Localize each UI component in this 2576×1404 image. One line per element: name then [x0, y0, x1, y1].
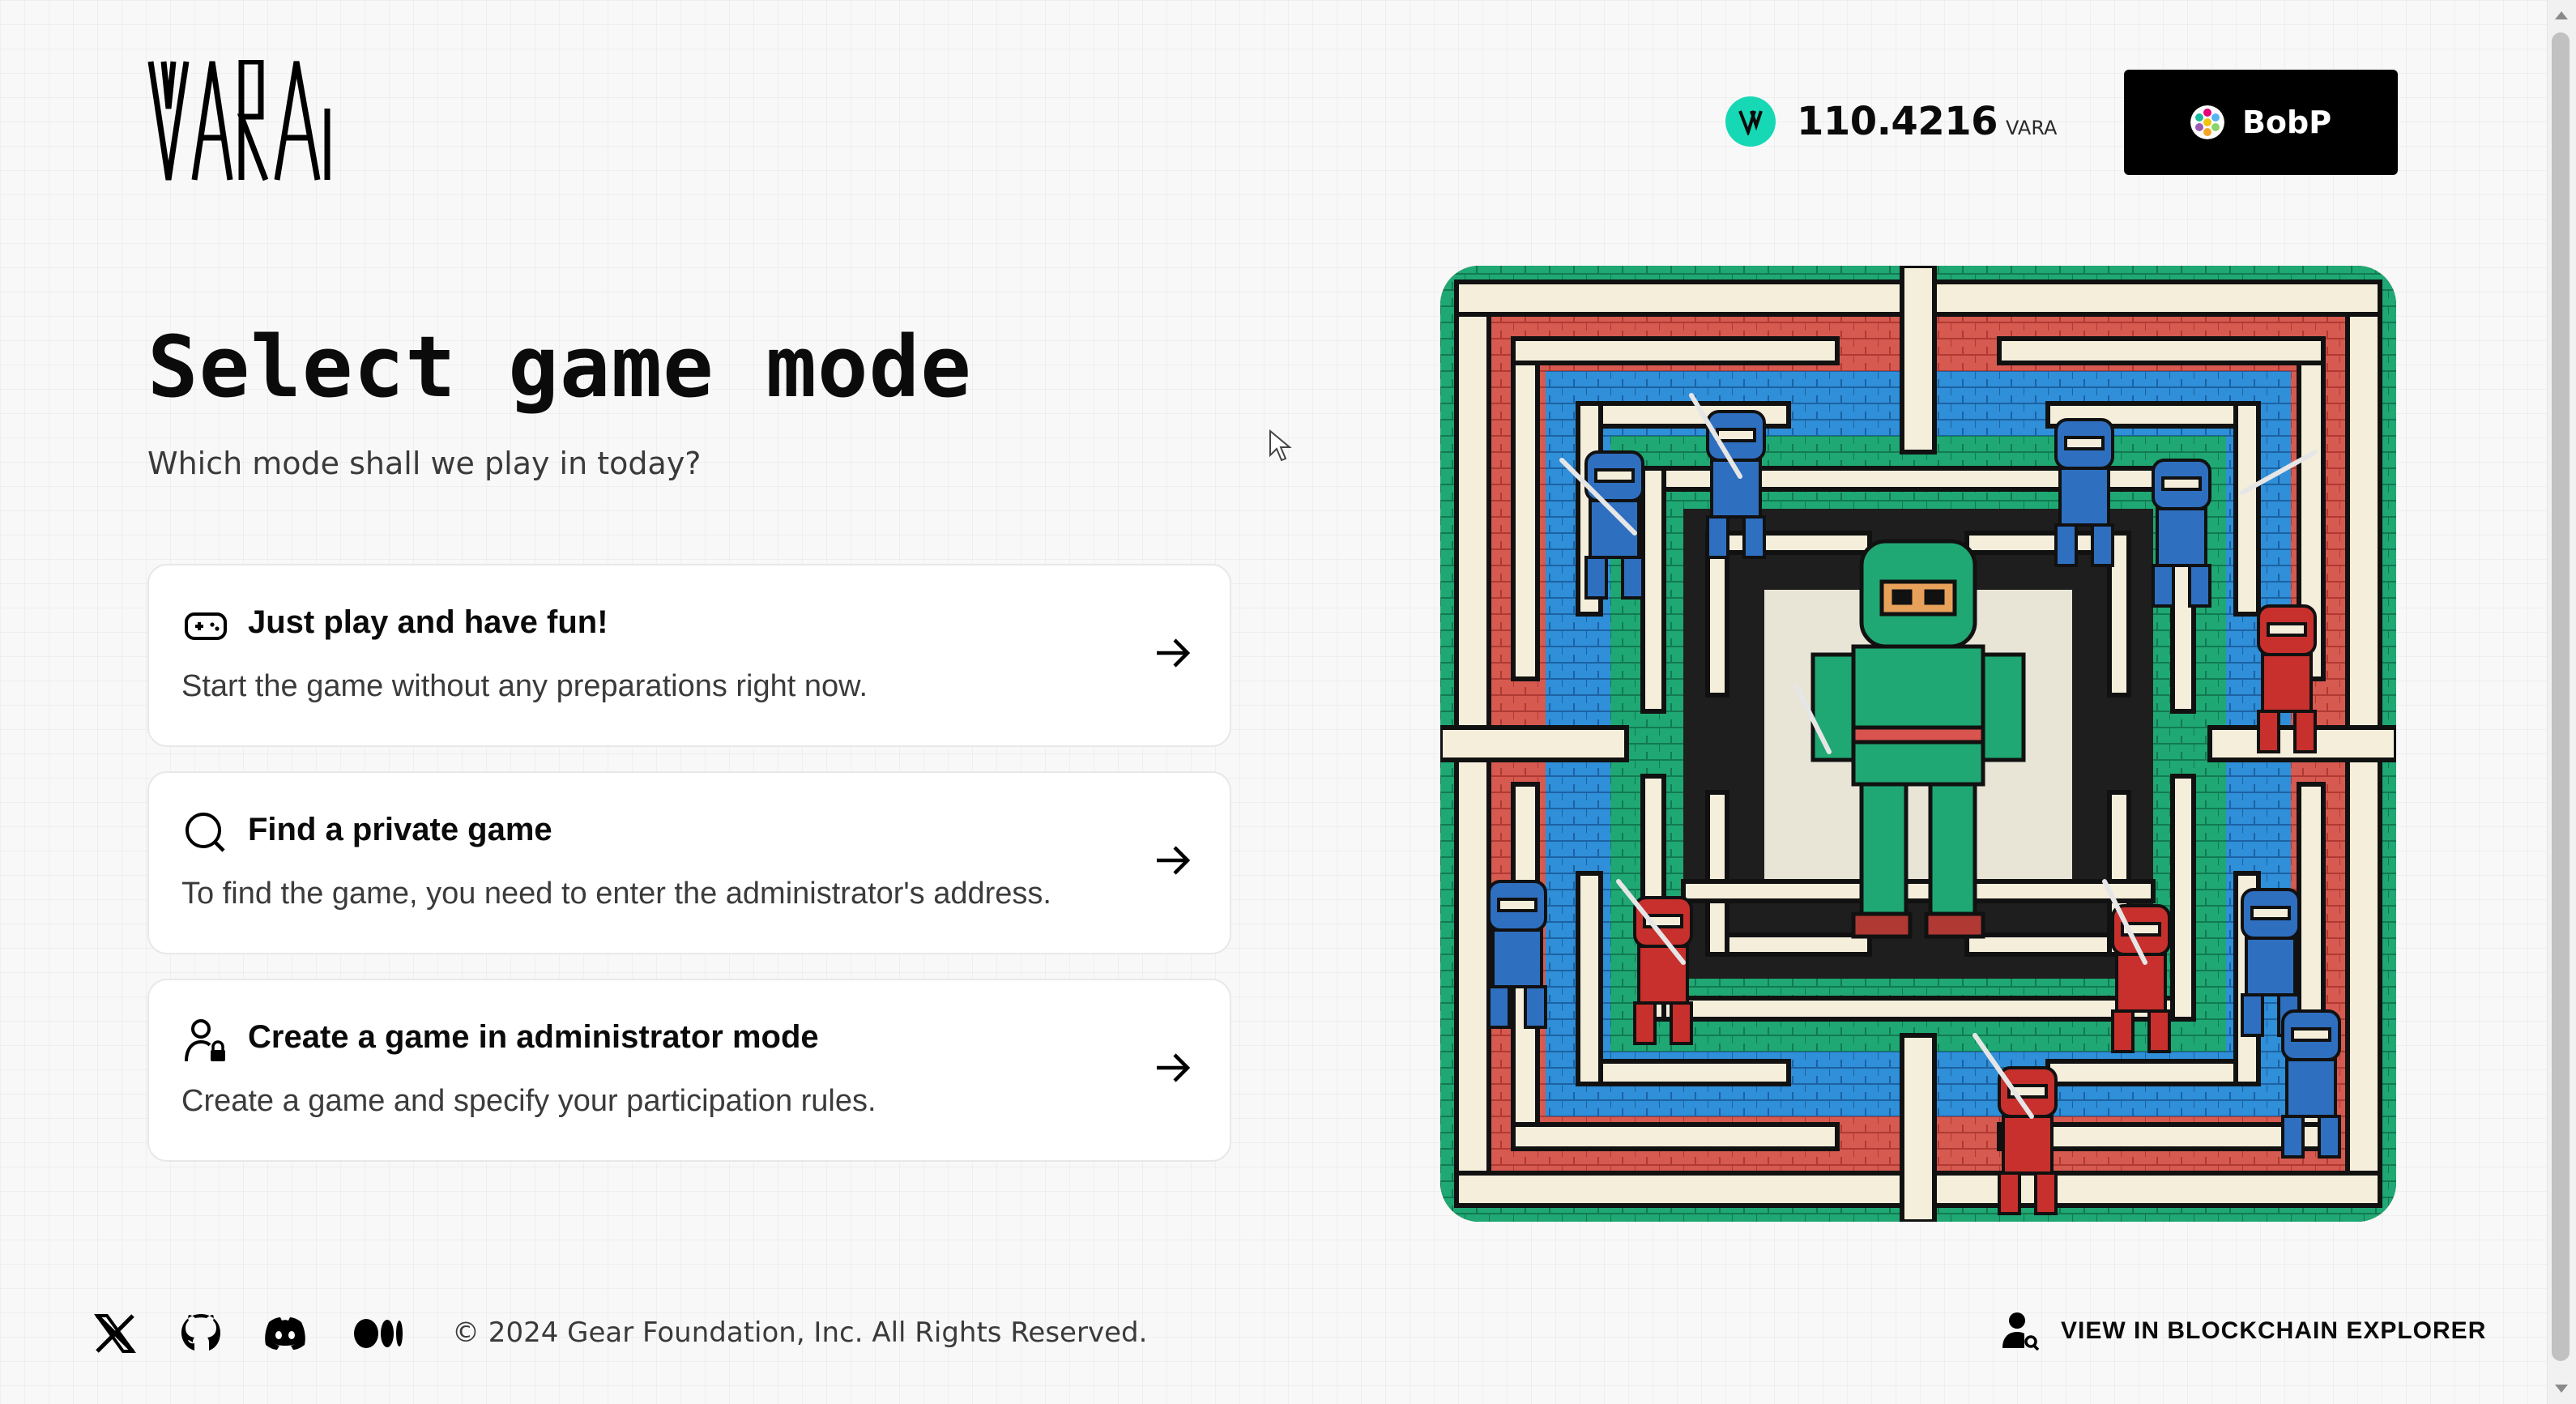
balance-unit: VARA — [2006, 117, 2058, 139]
wallet-avatar-icon — [2190, 105, 2224, 139]
card-description: Start the game without any preparations … — [181, 669, 868, 703]
card-description: To find the game, you need to enter the … — [181, 877, 1051, 911]
gamepad-icon — [185, 612, 227, 640]
card-title: Just play and have fun! — [248, 604, 608, 640]
balance-display: 110.4216 VARA — [1725, 96, 2057, 147]
explorer-label: VIEW IN BLOCKCHAIN EXPLORER — [2061, 1317, 2487, 1344]
wallet-name: BobP — [2241, 105, 2332, 140]
page-subtitle: Which mode shall we play in today? — [147, 446, 702, 481]
user-lock-icon — [185, 1019, 225, 1062]
ninja-maze-artwork — [1440, 266, 2396, 1222]
wallet-button[interactable]: BobP — [2124, 70, 2398, 175]
card-description: Create a game and specify your participa… — [181, 1084, 876, 1118]
github-icon[interactable] — [178, 1311, 224, 1356]
vara-logo — [147, 60, 331, 181]
user-search-icon — [2002, 1312, 2040, 1351]
x-icon[interactable] — [92, 1311, 138, 1356]
card-title: Create a game in administrator mode — [248, 1019, 819, 1055]
vara-coin-icon — [1725, 96, 1776, 147]
mode-card-find-private[interactable]: Find a private game To find the game, yo… — [147, 771, 1231, 954]
scroll-down-icon[interactable] — [2555, 1385, 2568, 1393]
discord-icon[interactable] — [262, 1311, 308, 1356]
blockchain-explorer-link[interactable]: VIEW IN BLOCKCHAIN EXPLORER — [2002, 1311, 2486, 1351]
vertical-scrollbar[interactable] — [2547, 0, 2576, 1404]
copyright-text: © 2024 Gear Foundation, Inc. All Rights … — [452, 1317, 1148, 1349]
mode-card-play[interactable]: Just play and have fun! Start the game w… — [147, 564, 1231, 747]
search-icon — [186, 813, 225, 852]
scroll-up-icon[interactable] — [2555, 11, 2568, 19]
balance-value: 110.4216 — [1797, 99, 1998, 144]
mode-card-create-admin[interactable]: Create a game in administrator mode Crea… — [147, 979, 1231, 1162]
page-title: Select game mode — [147, 318, 972, 416]
medium-icon[interactable] — [353, 1311, 405, 1356]
card-title: Find a private game — [248, 812, 552, 847]
arrow-right-icon — [1157, 638, 1191, 668]
scroll-thumb[interactable] — [2552, 32, 2570, 1361]
arrow-right-icon — [1157, 1053, 1191, 1082]
arrow-right-icon — [1157, 846, 1191, 875]
mouse-cursor-icon — [1269, 429, 1292, 462]
